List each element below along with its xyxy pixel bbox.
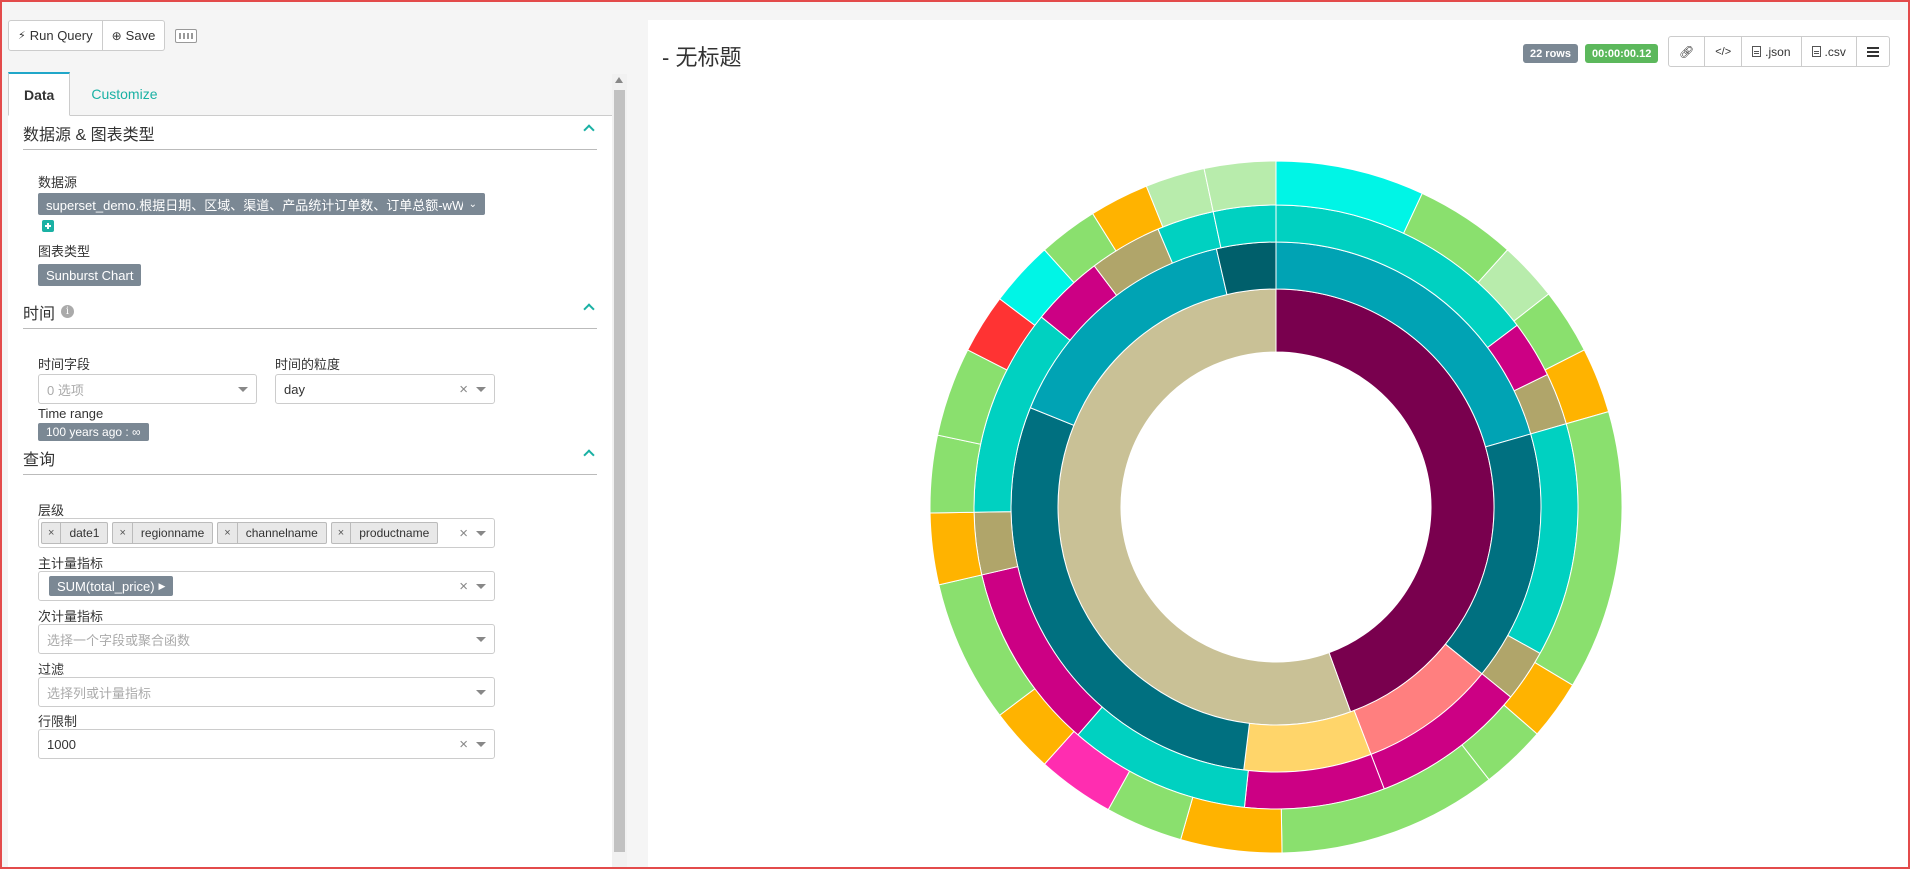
primary-metric-label: 主计量指标 [38,556,104,571]
hierarchy-chip: × productname [330,522,439,544]
hierarchy-chip-label: productname [359,526,430,540]
caret-down-icon [476,531,486,536]
query-toolbar: ⚡ Run Query ⊕ Save [8,20,198,51]
save-button[interactable]: ⊕ Save [102,20,166,51]
clear-icon[interactable]: × [459,381,468,398]
time-column-placeholder: 0 选项 [47,382,84,398]
chevron-up-icon[interactable] [583,449,595,461]
sunburst-segment-level3[interactable] [973,511,1019,576]
control-panel-body: 数据源 & 图表类型 数据源 superset_demo.根据日期、区域、渠道、… [8,116,612,867]
hierarchy-chip-label: regionname [140,526,205,540]
plus-circle-icon: ⊕ [111,28,122,43]
time-grain-select[interactable]: day × [275,374,495,404]
datasource-label: 数据源 [38,175,78,190]
metric-chip-label: SUM(total_price) [57,578,155,594]
section-query-header[interactable]: 查询 [23,441,597,475]
sunburst-segment-level4[interactable] [1203,160,1277,213]
primary-metric-select[interactable]: SUM(total_price) ▶ × [38,571,495,601]
hierarchy-label: 层级 [38,503,65,518]
filters-select[interactable]: 选择列或计量指标 [38,677,495,707]
scroll-up-icon[interactable] [615,77,623,83]
section-time-header[interactable]: 时间 i [23,295,597,329]
secondary-metric-select[interactable]: 选择一个字段或聚合函数 [38,624,495,654]
section-datasource-title: 数据源 & 图表类型 [23,126,155,144]
secondary-metric-label: 次计量指标 [38,609,104,624]
chart-type-label: 图表类型 [38,244,91,259]
remove-icon[interactable]: × [113,523,133,543]
time-column-label: 时间字段 [38,357,91,372]
triangle-right-icon: ▶ [158,580,166,591]
secondary-metric-placeholder: 选择一个字段或聚合函数 [47,632,191,648]
row-limit-select[interactable]: 1000 × [38,729,495,759]
bolt-icon: ⚡ [18,30,26,42]
hierarchy-chip-label: channelname [245,526,318,540]
sunburst-chart[interactable] [648,20,1910,869]
clear-icon[interactable]: × [459,525,468,542]
control-tabs: Data Customize [8,72,612,116]
time-column-select[interactable]: 0 选项 [38,374,257,404]
add-datasource-icon[interactable] [42,220,54,232]
section-datasource-header[interactable]: 数据源 & 图表类型 [23,116,597,150]
metric-chip[interactable]: SUM(total_price) ▶ [49,576,174,596]
caret-down-icon [476,387,486,392]
clear-icon[interactable]: × [459,578,468,595]
row-limit-label: 行限制 [38,714,78,729]
sunburst-segment-level4[interactable] [929,434,982,514]
tab-data[interactable]: Data [8,72,71,116]
filters-label: 过滤 [38,662,65,677]
hierarchy-chip: × regionname [112,522,214,544]
info-icon[interactable]: i [61,305,75,318]
hierarchy-select[interactable]: × date1 × regionname × channelname × pro… [38,518,495,548]
section-time-title: 时间 [23,305,56,323]
tab-customize[interactable]: Customize [76,72,172,116]
section-query-title: 查询 [23,451,56,469]
caret-down-icon [476,637,486,642]
chart-container: - 无标题 22 rows 00:00:00.12 🔗︎ </> .json .… [648,20,1910,869]
time-grain-label: 时间的粒度 [275,357,341,372]
run-query-button[interactable]: ⚡ Run Query [8,20,103,51]
chevron-down-icon: ⌄ [468,198,477,210]
sunburst-segment-level3[interactable] [1212,204,1277,249]
run-query-label: Run Query [29,28,93,43]
datasource-value: superset_demo.根据日期、区域、渠道、产品统计订单数、订单总额-wW… [46,197,463,213]
keyboard-icon[interactable] [175,28,198,43]
explore-control-panel: ⚡ Run Query ⊕ Save Data Customize 数据源 & … [2,2,632,867]
caret-down-icon [238,387,248,392]
hierarchy-chip: × date1 [41,522,109,544]
hierarchy-chip-label: date1 [69,526,100,540]
panel-scrollbar[interactable] [612,74,627,867]
remove-icon[interactable]: × [42,523,62,543]
datasource-select[interactable]: superset_demo.根据日期、区域、渠道、产品统计订单数、订单总额-wW… [38,193,485,215]
save-label: Save [125,28,156,43]
caret-down-icon [476,690,486,695]
row-limit-value: 1000 [47,736,76,752]
filters-placeholder: 选择列或计量指标 [47,685,152,701]
chevron-up-icon[interactable] [583,303,595,315]
hierarchy-chip: × channelname [217,522,327,544]
sunburst-segment-level4[interactable] [929,511,983,586]
sunburst-segment-level2[interactable] [1215,241,1277,296]
chevron-up-icon[interactable] [583,124,595,136]
caret-down-icon [476,742,486,747]
remove-icon[interactable]: × [332,523,352,543]
time-range-label: Time range [38,406,104,421]
chart-type-select[interactable]: Sunburst Chart [38,264,142,286]
time-range-select[interactable]: 100 years ago : ∞ [38,423,149,441]
remove-icon[interactable]: × [218,523,238,543]
caret-down-icon [476,584,486,589]
scrollbar-thumb[interactable] [614,90,625,852]
clear-icon[interactable]: × [459,736,468,753]
time-grain-value: day [284,381,305,397]
